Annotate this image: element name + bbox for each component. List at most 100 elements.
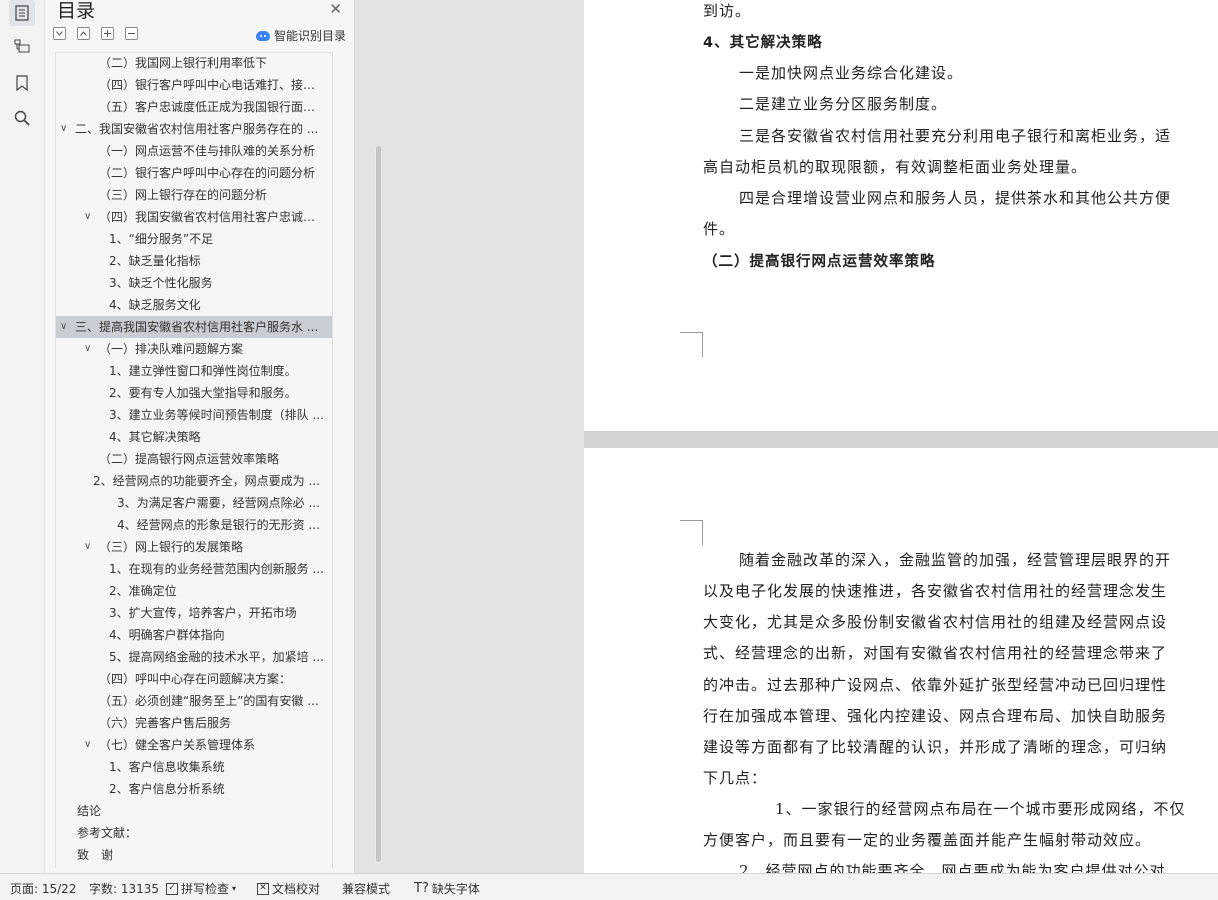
toc-item-label: （二）我国网上银行利用率低下 bbox=[99, 56, 268, 70]
bookmark-icon[interactable] bbox=[9, 70, 35, 96]
expand-all-button[interactable] bbox=[53, 27, 66, 40]
toc-item-label: 1、在现有的业务经营范围内创新服务 ... bbox=[109, 562, 324, 576]
toc-item[interactable]: 1、“细分服务”不足 bbox=[56, 228, 332, 250]
toc-item[interactable]: （三）网上银行存在的问题分析 bbox=[56, 184, 332, 206]
toc-panel-icon[interactable] bbox=[9, 0, 35, 26]
collapse-all-button[interactable] bbox=[77, 27, 90, 40]
toc-item[interactable]: ∨ 三、提高我国安徽省农村信用社客户服务水 ... bbox=[56, 316, 332, 338]
close-icon[interactable]: ✕ bbox=[329, 0, 342, 18]
toc-item-label: 2、准确定位 bbox=[109, 584, 177, 598]
document-text-line: 件。 bbox=[703, 220, 736, 238]
document-text-line: 高自动柜员机的取现限额，有效调整柜面业务处理量。 bbox=[703, 158, 1088, 176]
toc-item[interactable]: （二）我国网上银行利用率低下 bbox=[56, 53, 332, 74]
document-text-line: 下几点： bbox=[703, 769, 768, 787]
toc-item[interactable]: 结论 bbox=[56, 800, 332, 822]
toc-item[interactable]: 4、缺乏服务文化 bbox=[56, 294, 332, 316]
toc-item[interactable]: 2、经营网点的功能要齐全，网点要成为 ... bbox=[56, 470, 332, 492]
document-text-line: 的冲击。过去那种广设网点、依靠外延扩张型经营冲动已回归理性 bbox=[703, 676, 1168, 694]
word-count[interactable]: 字数: 13135 bbox=[89, 880, 159, 897]
toc-item-label: （四）呼叫中心存在问题解决方案： bbox=[99, 672, 292, 686]
toc-item[interactable]: 2、要有专人加强大堂指导和服务。 bbox=[56, 382, 332, 404]
missing-font-label: 缺失字体 bbox=[431, 882, 480, 896]
toc-item-label: 4、经营网点的形象是银行的无形资 ... bbox=[117, 518, 320, 532]
toc-item-label: （六）完善客户售后服务 bbox=[99, 716, 232, 730]
toc-item[interactable]: （二）提高银行网点运营效率策略 bbox=[56, 448, 332, 470]
toc-item[interactable]: 1、在现有的业务经营范围内创新服务 ... bbox=[56, 558, 332, 580]
toc-item[interactable]: 3、扩大宣传，培养客户，开拓市场 bbox=[56, 602, 332, 624]
toc-item[interactable]: ∨ （四）我国安徽省农村信用社客户忠诚度 ... bbox=[56, 206, 332, 228]
chevron-down-icon[interactable]: ∨ bbox=[60, 316, 67, 338]
chevron-down-icon[interactable]: ∨ bbox=[84, 338, 91, 360]
document-text-line: 建设等方面都有了比较清醒的认识，并形成了清晰的理念，可归纳 bbox=[703, 738, 1168, 756]
toc-item[interactable]: （六）完善客户售后服务 bbox=[56, 712, 332, 734]
toc-item-label: （一）网点运营不佳与排队难的关系分析 bbox=[99, 144, 316, 158]
missing-font-button[interactable]: T? 缺失字体 bbox=[414, 880, 480, 897]
remove-heading-button[interactable] bbox=[125, 27, 138, 40]
toc-item-label: （五）必须创建“服务至上”的国有安徽 ... bbox=[99, 694, 319, 708]
search-icon[interactable] bbox=[9, 105, 35, 131]
smart-toc-label: 智能识别目录 bbox=[273, 29, 346, 43]
toc-toolbar bbox=[53, 27, 138, 40]
toc-item[interactable]: 1、建立弹性窗口和弹性岗位制度。 bbox=[56, 360, 332, 382]
toc-item[interactable]: 参考文献： bbox=[56, 822, 332, 844]
toc-item[interactable]: ∨ （一）排决队难问题解方案 bbox=[56, 338, 332, 360]
chevron-down-icon[interactable]: ∨ bbox=[84, 734, 91, 756]
toc-item[interactable]: 致 谢 bbox=[56, 844, 332, 866]
document-text-line: 式、经营理念的出新，对国有安徽省农村信用社的经营理念带来了 bbox=[703, 644, 1168, 662]
toc-item-label: 1、客户信息收集系统 bbox=[109, 760, 225, 774]
document-text-line: 二是建立业务分区服务制度。 bbox=[739, 95, 948, 113]
toc-item[interactable]: （二）银行客户呼叫中心存在的问题分析 bbox=[56, 162, 332, 184]
toc-item-label: 3、扩大宣传，培养客户，开拓市场 bbox=[109, 606, 297, 620]
toc-item[interactable]: （四）银行客户呼叫中心电话难打、接通 ... bbox=[56, 74, 332, 96]
toc-item-label: 参考文献： bbox=[77, 826, 138, 840]
outline-tree-icon[interactable] bbox=[9, 33, 35, 59]
toc-item[interactable]: ∨ 二、我国安徽省农村信用社客户服务存在的 ... bbox=[56, 118, 332, 140]
add-heading-button[interactable] bbox=[101, 27, 114, 40]
compat-mode-label: 兼容模式 bbox=[342, 882, 391, 896]
toc-item[interactable]: 4、明确客户群体指向 bbox=[56, 624, 332, 646]
toc-item[interactable]: ∨ （七）健全客户关系管理体系 bbox=[56, 734, 332, 756]
proofread-button[interactable]: ✕ 文档校对 bbox=[257, 880, 320, 897]
toc-item[interactable]: 3、缺乏个性化服务 bbox=[56, 272, 332, 294]
chevron-down-icon[interactable]: ∨ bbox=[84, 536, 91, 558]
spellcheck-button[interactable]: ✓ 拼写检查 ▾ bbox=[166, 880, 236, 897]
toc-item[interactable]: ∨ （三）网上银行的发展策略 bbox=[56, 536, 332, 558]
toc-item-label: 三、提高我国安徽省农村信用社客户服务水 ... bbox=[75, 320, 319, 334]
toc-item[interactable]: 4、经营网点的形象是银行的无形资 ... bbox=[56, 514, 332, 536]
toc-item-label: （三）网上银行的发展策略 bbox=[99, 540, 244, 554]
page-indicator[interactable]: 页面: 15/22 bbox=[10, 880, 76, 897]
toc-item-label: 5、提高网络金融的技术水平，加紧培 ... bbox=[109, 650, 324, 664]
toc-item-label: （二）银行客户呼叫中心存在的问题分析 bbox=[99, 166, 316, 180]
document-text-line: 随着金融改革的深入，金融监管的加强，经营管理层眼界的开 bbox=[739, 551, 1172, 569]
toc-scrollbar-thumb[interactable] bbox=[376, 146, 381, 862]
toc-item[interactable]: 4、其它解决策略 bbox=[56, 426, 332, 448]
proofread-icon: ✕ bbox=[257, 882, 269, 895]
toc-item[interactable]: （一）网点运营不佳与排队难的关系分析 bbox=[56, 140, 332, 162]
toc-item[interactable]: 2、客户信息分析系统 bbox=[56, 778, 332, 800]
toc-item[interactable]: 3、为满足客户需要，经营网点除必 ... bbox=[56, 492, 332, 514]
toc-item-label: 2、要有专人加强大堂指导和服务。 bbox=[109, 386, 297, 400]
chevron-down-icon[interactable]: ∨ bbox=[60, 118, 67, 140]
toc-item-label: （一）排决队难问题解方案 bbox=[99, 342, 244, 356]
document-text-line: 以及电子化发展的快速推进，各安徽省农村信用社的经营理念发生 bbox=[703, 582, 1168, 600]
toc-item[interactable]: 3、建立业务等候时间预告制度（排队 ... bbox=[56, 404, 332, 426]
toc-item[interactable]: （五）必须创建“服务至上”的国有安徽 ... bbox=[56, 690, 332, 712]
toc-item[interactable]: 5、提高网络金融的技术水平，加紧培 ... bbox=[56, 646, 332, 668]
toc-item[interactable]: （四）呼叫中心存在问题解决方案： bbox=[56, 668, 332, 690]
smart-toc-button[interactable]: 智能识别目录 bbox=[255, 27, 346, 44]
toc-item-label: （二）提高银行网点运营效率策略 bbox=[99, 452, 280, 466]
toc-item-label: 2、经营网点的功能要齐全，网点要成为 ... bbox=[93, 474, 320, 488]
toc-item[interactable]: 1、客户信息收集系统 bbox=[56, 756, 332, 778]
toc-item-label: 3、缺乏个性化服务 bbox=[109, 276, 213, 290]
document-text-line: 4、其它解决策略 bbox=[703, 35, 823, 51]
document-text-line: 一是加快网点业务综合化建设。 bbox=[739, 64, 964, 82]
toc-item[interactable]: 2、缺乏量化指标 bbox=[56, 250, 332, 272]
document-text-line: 三是各安徽省农村信用社要充分利用电子银行和离柜业务，适 bbox=[739, 127, 1172, 145]
toc-item[interactable]: 2、准确定位 bbox=[56, 580, 332, 602]
word-count-label: 字数: 13135 bbox=[89, 882, 160, 896]
document-text-line: 1、一家银行的经营网点布局在一个城市要形成网络，不仅 bbox=[775, 800, 1186, 818]
chevron-down-icon[interactable]: ∨ bbox=[84, 206, 91, 228]
toc-item[interactable]: （五）客户忠诚度低正成为我国银行面临 ... bbox=[56, 96, 332, 118]
toc-panel: 目录 ✕ 智能识别目录 （二）我国网上银行利用率低下 （四）银行客户呼叫中心电话难… bbox=[45, 0, 382, 873]
toc-item-label: 4、其它解决策略 bbox=[109, 430, 201, 444]
